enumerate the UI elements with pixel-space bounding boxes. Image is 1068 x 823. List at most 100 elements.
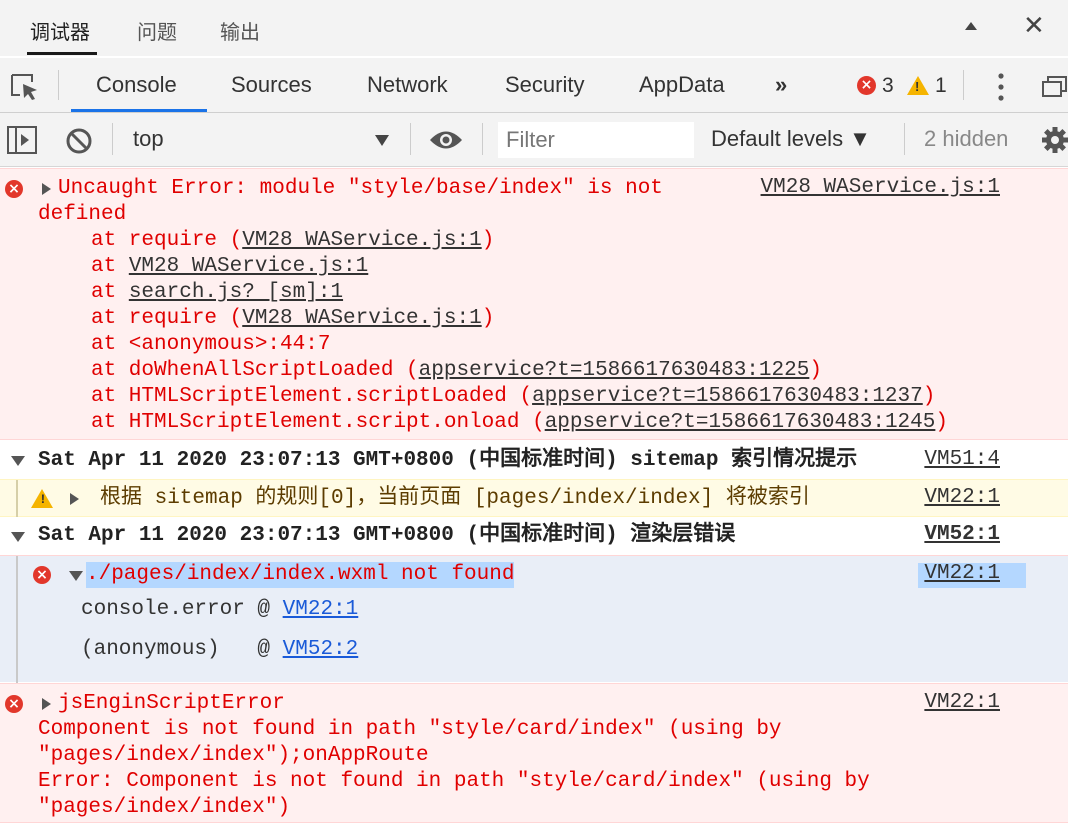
- source-link[interactable]: VM52:1: [924, 523, 1000, 546]
- tab-debugger[interactable]: 调试器: [30, 16, 90, 45]
- group-title: Sat Apr 11 2020 23:07:13 GMT+0800 (中国标准时…: [38, 524, 736, 547]
- console-warning-message: ! 根据 sitemap 的规则[0]，当前页面 [pages/index/in…: [0, 479, 1068, 518]
- frame-link[interactable]: VM52:2: [283, 638, 359, 661]
- error-count[interactable]: 3: [882, 74, 894, 98]
- stack-frame-link[interactable]: VM28 WAService.js:1: [242, 229, 481, 252]
- separator: [963, 70, 964, 100]
- stack-frame-text: at: [91, 281, 129, 304]
- separator: [904, 123, 905, 155]
- stack-frame-text: at doWhenAllScriptLoaded (: [91, 359, 419, 382]
- separator: [112, 123, 113, 155]
- devtools-tab-bar: Console Sources Network Security AppData…: [0, 58, 1068, 113]
- stack-frame-link[interactable]: search.js? [sm]:1: [129, 281, 343, 304]
- context-dropdown-icon[interactable]: [375, 135, 389, 146]
- separator: [482, 123, 483, 155]
- source-link[interactable]: VM51:4: [924, 448, 1000, 471]
- settings-gear-icon[interactable]: [1040, 125, 1068, 155]
- frame-function: console.error @: [81, 598, 283, 621]
- stack-frame-text: at HTMLScriptElement.script.onload (: [91, 411, 545, 434]
- group-indent-line: [16, 480, 18, 518]
- expand-triangle-icon[interactable]: [42, 183, 51, 195]
- close-icon[interactable]: ✕: [1023, 12, 1045, 38]
- hidden-count: 2 hidden: [924, 126, 1009, 151]
- error-text: defined: [38, 203, 127, 226]
- stack-frame-text: at require (: [91, 307, 243, 330]
- source-link[interactable]: VM22:1: [924, 691, 1000, 714]
- collapse-panel-icon[interactable]: [965, 22, 977, 30]
- more-options-icon[interactable]: [993, 72, 1009, 102]
- stack-frame-link[interactable]: VM28 WAService.js:1: [129, 255, 368, 278]
- tab-security[interactable]: Security: [505, 72, 584, 98]
- error-icon: ×: [33, 566, 51, 584]
- stack-frame-text: at require (: [91, 229, 243, 252]
- context-select[interactable]: top: [133, 126, 164, 152]
- error-icon: ×: [5, 180, 23, 198]
- warning-count[interactable]: 1: [935, 74, 947, 98]
- expand-triangle-icon[interactable]: [42, 698, 51, 710]
- live-expression-eye-icon[interactable]: [428, 129, 464, 151]
- source-link[interactable]: VM22:1: [924, 486, 1000, 509]
- error-text: Uncaught Error: module "style/base/index…: [58, 177, 663, 200]
- frame-link[interactable]: VM22:1: [283, 598, 359, 621]
- error-count-icon[interactable]: ×: [857, 76, 876, 95]
- tab-network[interactable]: Network: [367, 72, 448, 98]
- console-error-message: × jsEnginScriptError VM22:1 Component is…: [0, 683, 1068, 823]
- log-levels-select[interactable]: Default levels ▼: [711, 126, 871, 152]
- stack-frame-text: ): [935, 411, 948, 434]
- stack-frame-text: at HTMLScriptElement.scriptLoaded (: [91, 385, 533, 408]
- group-title: Sat Apr 11 2020 23:07:13 GMT+0800 (中国标准时…: [38, 449, 858, 472]
- warning-mark: !: [915, 79, 920, 94]
- frame-function: (anonymous) @: [81, 638, 283, 661]
- stack-frame-text: at: [91, 255, 129, 278]
- sidebar-toggle-icon[interactable]: [7, 126, 37, 154]
- stack-frame-link[interactable]: appservice?t=1586617630483:1237: [532, 385, 923, 408]
- stack-frame-text: ): [481, 229, 495, 252]
- collapse-triangle-icon[interactable]: [69, 571, 83, 581]
- collapse-triangle-icon[interactable]: [11, 532, 25, 542]
- expand-triangle-icon[interactable]: [70, 493, 79, 505]
- error-detail-line: Error: Component is not found in path "s…: [38, 770, 870, 793]
- stack-frame-text: at <anonymous>:44:7: [91, 333, 331, 356]
- error-text: jsEnginScriptError: [58, 692, 285, 715]
- console-toolbar: top Default levels ▼ 2 hidden: [0, 113, 1068, 167]
- tab-issues[interactable]: 问题: [137, 16, 177, 45]
- console-group-header[interactable]: Sat Apr 11 2020 23:07:13 GMT+0800 (中国标准时…: [0, 517, 1068, 555]
- tab-console[interactable]: Console: [96, 72, 177, 98]
- active-tab-indicator: [71, 109, 207, 112]
- error-text-highlighted: ./pages/index/index.wxml not found: [86, 562, 515, 588]
- source-link[interactable]: VM22:1: [924, 562, 1000, 585]
- filter-input[interactable]: [498, 122, 694, 158]
- console-error-message: × Uncaught Error: module "style/base/ind…: [0, 168, 1068, 440]
- console-group-header[interactable]: Sat Apr 11 2020 23:07:13 GMT+0800 (中国标准时…: [0, 441, 1068, 479]
- separator: [410, 123, 411, 155]
- group-indent-line: [16, 556, 18, 683]
- stack-frame-link[interactable]: appservice?t=1586617630483:1225: [419, 359, 810, 382]
- call-frame: (anonymous) @ VM52:2: [81, 637, 358, 663]
- inspect-element-icon[interactable]: [10, 72, 40, 102]
- stack-frame: at HTMLScriptElement.scriptLoaded (appse…: [91, 384, 935, 410]
- debugger-top-bar: 调试器 问题 输出 ✕: [0, 0, 1068, 56]
- stack-frame-text: ): [922, 385, 936, 408]
- warning-mark: !: [39, 492, 47, 507]
- stack-frame: at search.js? [sm]:1: [91, 280, 343, 306]
- console-error-message-selected[interactable]: × ./pages/index/index.wxml not found VM2…: [0, 555, 1068, 683]
- stack-frame: at require (VM28 WAService.js:1): [91, 228, 494, 254]
- stack-frame-link[interactable]: appservice?t=1586617630483:1245: [545, 411, 936, 434]
- error-detail-line: "pages/index/index"): [38, 796, 291, 819]
- tab-sources[interactable]: Sources: [231, 72, 312, 98]
- stack-frame-text: ): [481, 307, 495, 330]
- clear-console-icon[interactable]: [65, 127, 93, 155]
- dock-side-icon[interactable]: [1042, 76, 1068, 98]
- collapse-triangle-icon[interactable]: [11, 456, 25, 466]
- stack-frame-text: ): [809, 359, 822, 382]
- more-tabs-icon[interactable]: »: [775, 72, 787, 98]
- tab-appdata[interactable]: AppData: [639, 72, 725, 98]
- tab-output[interactable]: 输出: [220, 16, 260, 45]
- stack-frame: at doWhenAllScriptLoaded (appservice?t=1…: [91, 358, 822, 384]
- error-detail-line: Component is not found in path "style/ca…: [38, 718, 782, 741]
- stack-frame: at VM28 WAService.js:1: [91, 254, 368, 280]
- source-link[interactable]: VM28 WAService.js:1: [761, 176, 1000, 199]
- stack-frame: at HTMLScriptElement.script.onload (apps…: [91, 410, 948, 436]
- stack-frame-link[interactable]: VM28 WAService.js:1: [242, 307, 481, 330]
- error-detail-line: "pages/index/index");onAppRoute: [38, 744, 429, 767]
